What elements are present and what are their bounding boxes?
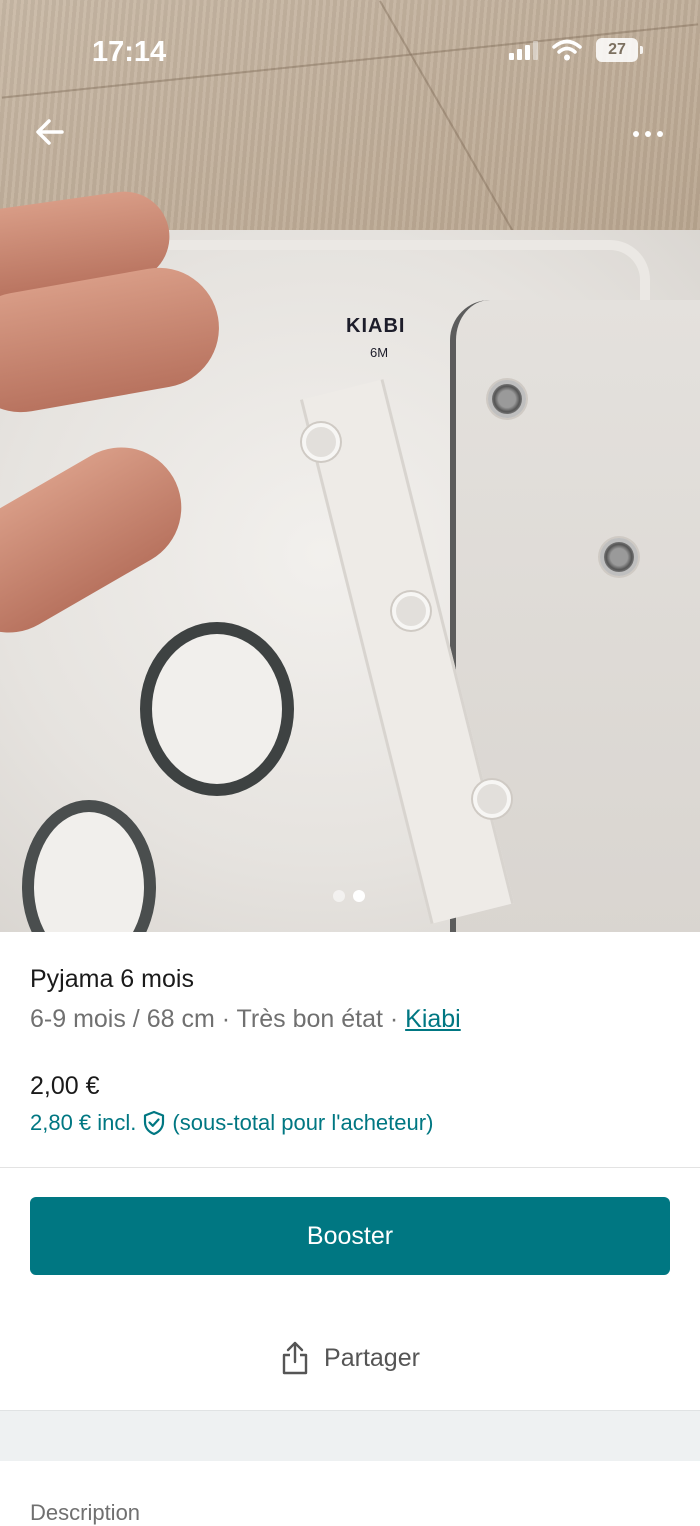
item-photo[interactable]: KIABI 6M 17:14 27: [0, 0, 700, 932]
pagination-dot-active[interactable]: [353, 890, 365, 902]
garment-brand-label: KIABI: [346, 315, 406, 337]
snap-button: [600, 538, 638, 576]
buyer-protection-price[interactable]: 2,80 € incl. (sous-total pour l'acheteur…: [30, 1110, 433, 1136]
pagination-dot[interactable]: [333, 890, 345, 902]
share-label: Partager: [324, 1343, 420, 1372]
item-brand-link[interactable]: Kiabi: [405, 1005, 461, 1033]
share-button[interactable]: Partager: [0, 1320, 700, 1396]
price-incl-amount: 2,80 € incl.: [30, 1110, 137, 1135]
item-price: 2,00 €: [30, 1072, 100, 1100]
item-size: 6-9 mois / 68 cm: [30, 1005, 215, 1033]
booster-button[interactable]: Booster: [30, 1197, 670, 1275]
arrow-left-icon: [36, 119, 64, 145]
item-title: Pyjama 6 mois: [30, 965, 194, 993]
penguin-print: [140, 622, 294, 796]
more-horizontal-icon: [633, 131, 639, 137]
snap-button: [473, 780, 511, 818]
shield-check-icon: [144, 1110, 165, 1136]
battery-indicator: 27: [596, 38, 643, 62]
back-button[interactable]: [30, 112, 70, 152]
status-bar: 17:14 27: [0, 0, 700, 100]
garment-size-label: 6M: [370, 345, 389, 360]
snap-button: [392, 592, 430, 630]
status-time: 17:14: [92, 36, 167, 68]
more-options-button[interactable]: [626, 122, 670, 146]
price-incl-note: (sous-total pour l'acheteur): [172, 1110, 434, 1135]
section-divider: [0, 1167, 700, 1168]
wifi-icon: [552, 39, 582, 61]
snap-button: [488, 380, 526, 418]
item-meta: 6-9 mois / 68 cm · Très bon état · Kiabi: [30, 1005, 461, 1033]
section-separator-band: [0, 1410, 700, 1461]
share-icon: [282, 1341, 308, 1375]
cellular-signal-icon: [509, 40, 538, 60]
item-condition: Très bon état: [236, 1005, 383, 1033]
photo-pagination: [333, 890, 365, 902]
description-heading: Description: [30, 1500, 141, 1525]
snap-button: [302, 423, 340, 461]
